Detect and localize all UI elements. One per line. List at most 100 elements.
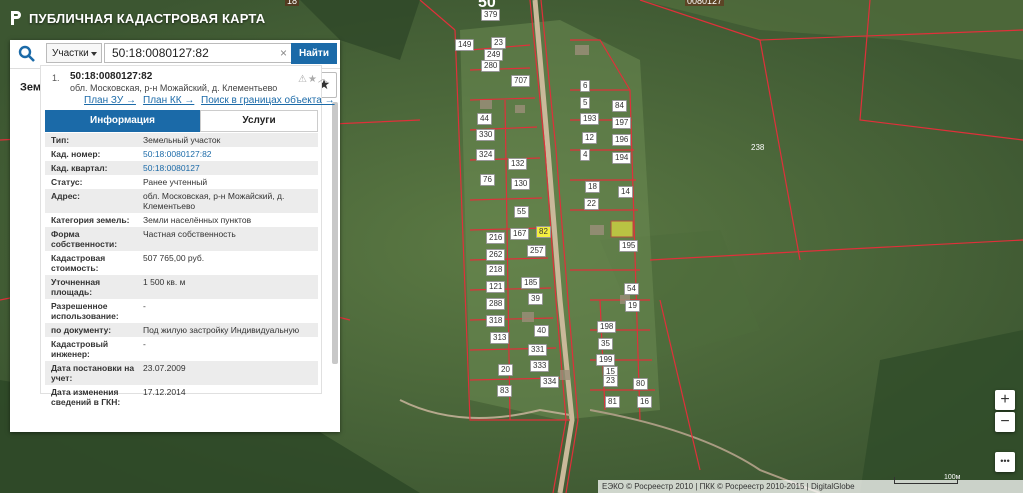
parcel-label[interactable]: 39 (528, 293, 543, 305)
property-key: Кадастровая стоимость: (51, 253, 106, 273)
parcel-label[interactable]: 132 (508, 158, 528, 170)
parcel-label[interactable]: 6 (580, 80, 591, 92)
search-bounds-link[interactable]: Поиск в границах объекта → (201, 95, 335, 106)
parcel-label[interactable]: 333 (530, 360, 550, 372)
property-value: 1 500 кв. м (143, 277, 186, 287)
property-key: Статус: (51, 177, 83, 187)
object-type-select[interactable]: Участки (46, 43, 102, 63)
property-value: Земли населённых пунктов (143, 215, 252, 225)
parcel-label[interactable]: 20 (498, 364, 513, 376)
parcel-label[interactable]: 199 (596, 354, 616, 366)
result-index: 1. (52, 73, 60, 83)
parcel-label[interactable]: 331 (528, 344, 548, 356)
parcel-label[interactable]: 280 (481, 60, 501, 72)
parcel-label[interactable]: 324 (476, 149, 496, 161)
parcel-label[interactable]: 167 (510, 228, 530, 240)
parcel-label[interactable]: 121 (486, 281, 506, 293)
card-actions-icons[interactable]: ⚠★︿ (298, 70, 329, 85)
parcel-label[interactable]: 81 (605, 396, 620, 408)
property-key: Разрешенное использование: (51, 301, 119, 321)
property-key: Кад. квартал: (51, 163, 108, 173)
parcel-label[interactable]: 76 (480, 174, 495, 186)
property-row: Кад. квартал: 50:18:0080127 (45, 161, 318, 175)
parcel-label[interactable]: 313 (490, 332, 510, 344)
parcel-label[interactable]: 55 (514, 206, 529, 218)
parcel-label[interactable]: 12 (582, 132, 597, 144)
parcel-label[interactable]: 84 (612, 100, 627, 112)
parcel-label[interactable]: 4 (580, 149, 591, 161)
property-value: 23.07.2009 (143, 363, 186, 373)
property-key: Тип: (51, 135, 70, 145)
result-address: обл. Московская, р-н Можайский, д. Клеме… (70, 83, 278, 93)
parcel-label[interactable]: 44 (477, 113, 492, 125)
scale-label: 100м (944, 474, 961, 481)
parcel-label[interactable]: 197 (612, 117, 632, 129)
plan-kk-link[interactable]: План КК → (143, 95, 194, 106)
parcel-label[interactable]: 334 (540, 376, 560, 388)
find-button[interactable]: Найти (291, 43, 337, 64)
zoom-in-button[interactable]: + (995, 390, 1015, 410)
search-input[interactable] (104, 43, 294, 63)
parcel-label[interactable]: 40 (534, 325, 549, 337)
parcel-label[interactable]: 16 (637, 396, 652, 408)
parcel-label[interactable]: 130 (511, 178, 531, 190)
tab-information[interactable]: Информация (45, 110, 200, 132)
logo-icon (11, 11, 21, 25)
parcel-label-selected[interactable]: 82 (536, 226, 551, 238)
parcel-label[interactable]: 216 (486, 232, 506, 244)
property-value[interactable]: 50:18:0080127:82 (143, 149, 318, 159)
property-value[interactable]: 50:18:0080127 (143, 163, 318, 173)
search-icon[interactable] (18, 45, 36, 63)
parcel-label[interactable]: 22 (584, 198, 599, 210)
parcel-label[interactable]: 318 (486, 315, 506, 327)
parcel-label[interactable]: 5 (580, 97, 591, 109)
parcel-label[interactable]: 288 (486, 298, 506, 310)
scrollbar[interactable] (332, 102, 338, 364)
parcel-label[interactable]: 198 (597, 321, 617, 333)
parcel-label[interactable]: 257 (527, 245, 547, 257)
tab-services[interactable]: Услуги (200, 110, 318, 132)
parcel-label[interactable]: 54 (624, 283, 639, 295)
parcel-label[interactable]: 14 (618, 186, 633, 198)
parcel-label[interactable]: 80 (633, 378, 648, 390)
property-row: Дата постановки на учет: 23.07.2009 (45, 361, 318, 385)
app-logo[interactable]: ПУБЛИЧНАЯ КАДАСТРОВАЯ КАРТА (9, 10, 265, 26)
result-cad-id[interactable]: 50:18:0080127:82 (70, 71, 152, 82)
more-button[interactable]: ••• (995, 452, 1015, 472)
parcel-label[interactable]: 262 (486, 249, 506, 261)
parcel-label[interactable]: 196 (612, 134, 632, 146)
plan-zu-link[interactable]: План ЗУ → (84, 95, 136, 106)
properties-table: Тип: Земельный участок Кад. номер: 50:18:00… (45, 133, 318, 409)
property-row: Форма собственности: Частная собственност… (45, 227, 318, 251)
property-row: Тип: Земельный участок (45, 133, 318, 147)
property-value: Земельный участок (143, 135, 221, 145)
parcel-label-238[interactable]: 238 (749, 143, 766, 153)
parcel-label[interactable]: 19 (625, 300, 640, 312)
property-key: Уточненная площадь: (51, 277, 101, 297)
property-row: по документу: Под жилую застройку Индивид… (45, 323, 318, 337)
object-type-value: Участки (52, 48, 89, 59)
parcel-label[interactable]: 379 (481, 9, 501, 21)
property-key: Кад. номер: (51, 149, 101, 159)
parcel-label[interactable]: 18 (585, 181, 600, 193)
quarter-code-label: 0080127 (685, 0, 725, 6)
parcel-label[interactable]: 194 (612, 152, 632, 164)
parcel-label[interactable]: 23 (491, 37, 506, 49)
parcel-label[interactable]: 193 (580, 113, 600, 125)
parcel-label[interactable]: 195 (619, 240, 639, 252)
parcel-label[interactable]: 23 (603, 375, 618, 387)
property-key: Адрес: (51, 191, 80, 201)
parcel-label[interactable]: 707 (511, 75, 531, 87)
parcel-label[interactable]: 218 (486, 264, 506, 276)
property-row: Уточненная площадь: 1 500 кв. м (45, 275, 318, 299)
clear-icon[interactable]: × (280, 46, 287, 60)
parcel-label[interactable]: 83 (497, 385, 512, 397)
parcel-label[interactable]: 330 (476, 129, 496, 141)
zoom-out-button[interactable]: − (995, 412, 1015, 432)
parcel-label[interactable]: 149 (455, 39, 475, 51)
property-row: Адрес: обл. Московская, р-н Можайский, д.… (45, 189, 318, 213)
property-value: - (143, 339, 146, 349)
parcel-label[interactable]: 185 (521, 277, 541, 289)
property-row: Дата изменения сведений в ГКН: 17.12.2014 (45, 385, 318, 409)
parcel-label[interactable]: 35 (598, 338, 613, 350)
